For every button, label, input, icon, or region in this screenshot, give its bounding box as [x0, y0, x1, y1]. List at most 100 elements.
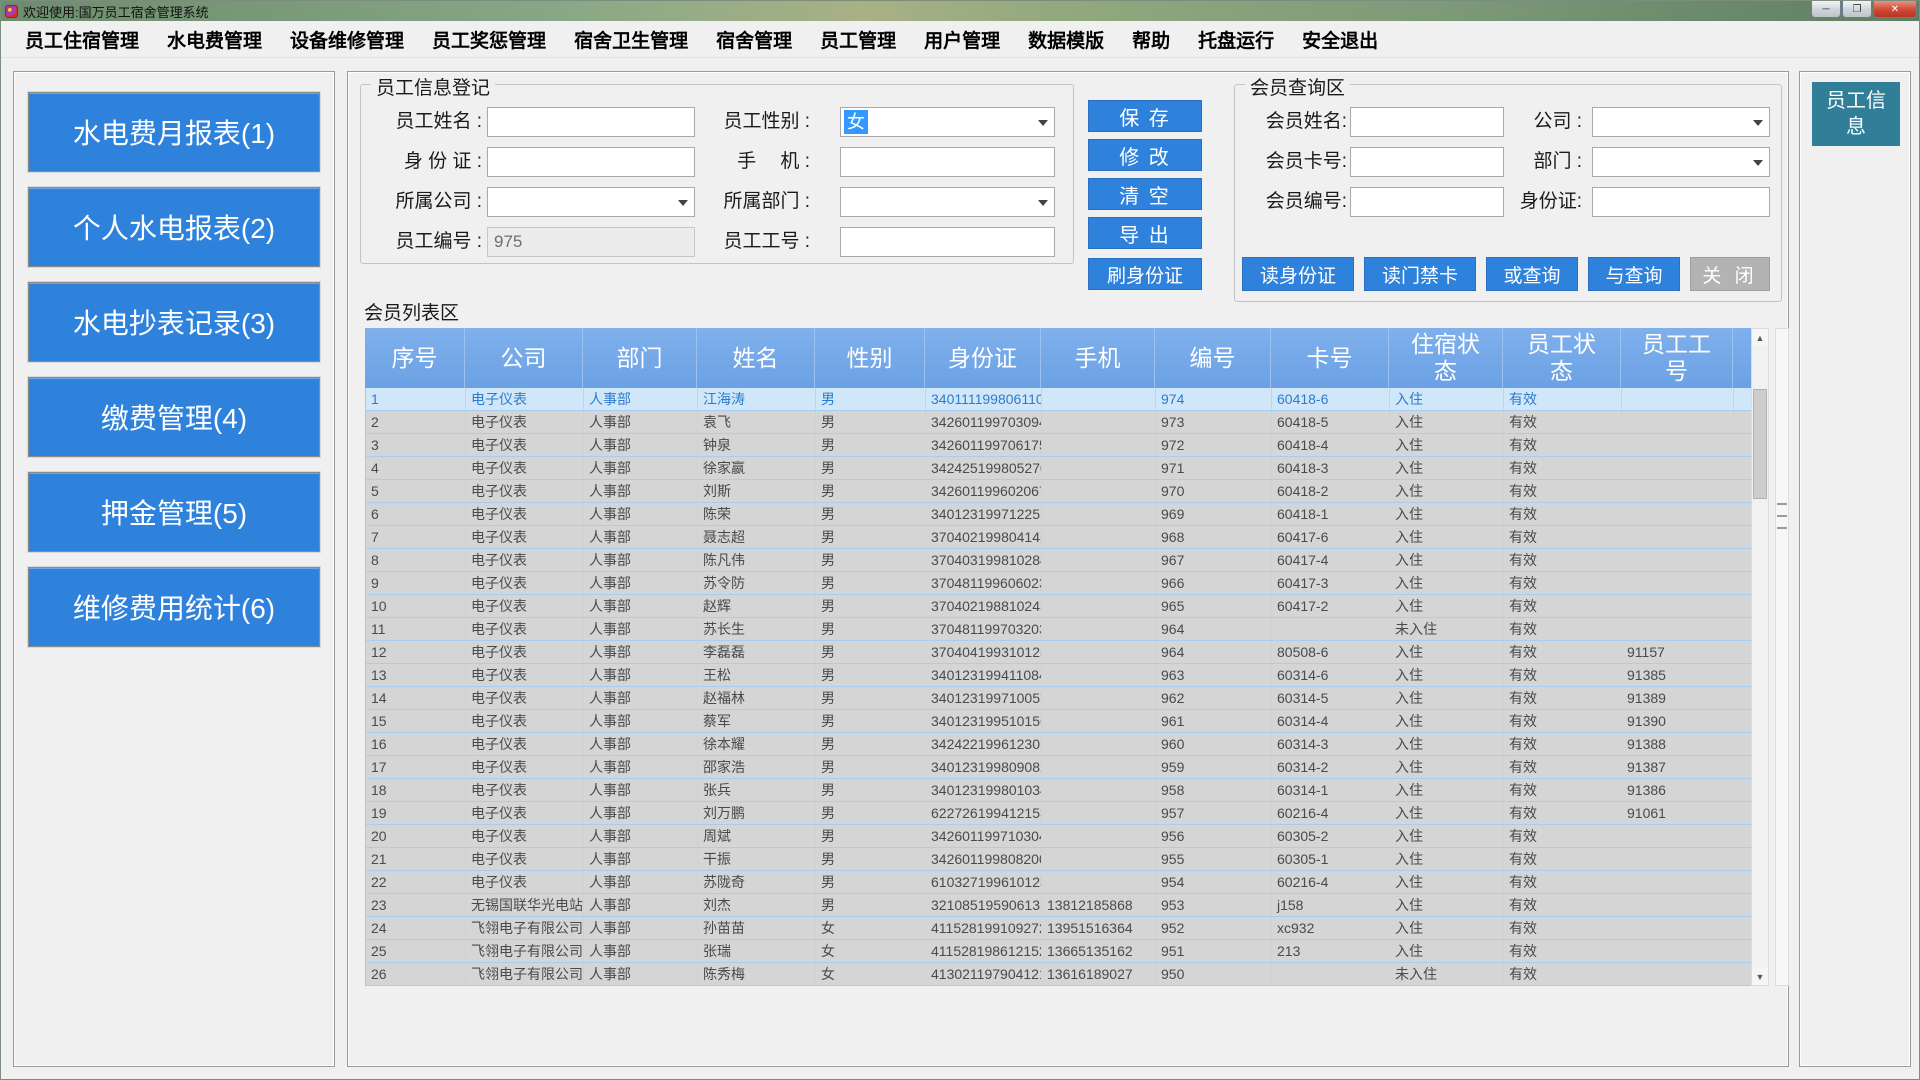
query-dept-combo[interactable]: [1592, 147, 1770, 177]
employee-idcard-input[interactable]: [487, 147, 695, 177]
modify-button[interactable]: 修 改: [1088, 139, 1202, 171]
table-row-17[interactable]: 17电子仪表人事部邵家浩男3401231998090820...95960314…: [366, 756, 1751, 779]
table-row-21[interactable]: 21电子仪表人事部干振男3426011998082002...95560305-…: [366, 848, 1751, 871]
close-query-button[interactable]: 关 闭: [1690, 257, 1770, 291]
chevron-down-icon[interactable]: [1038, 120, 1048, 126]
table-row-26[interactable]: 26飞翎电子有限公司人事部陈秀梅女4130211979041219...1361…: [366, 963, 1751, 986]
menu-item-11[interactable]: 托盘运行: [1184, 26, 1288, 53]
table-row-16[interactable]: 16电子仪表人事部徐本耀男3424221996123052...96060314…: [366, 733, 1751, 756]
table-scrollbar-thumb[interactable]: [1753, 389, 1767, 499]
table-row-20[interactable]: 20电子仪表人事部周斌男3426011997103040...95660305-…: [366, 825, 1751, 848]
chevron-down-icon[interactable]: [678, 200, 688, 206]
menu-item-5[interactable]: 宿舍卫生管理: [560, 26, 702, 53]
menu-item-12[interactable]: 安全退出: [1288, 26, 1392, 53]
table-row-25[interactable]: 25飞翎电子有限公司人事部张瑞女4115281986121529...13665…: [366, 940, 1751, 963]
member-card-input[interactable]: [1350, 147, 1504, 177]
table-row-10[interactable]: 10电子仪表人事部赵辉男3704021988102453...96560417-…: [366, 595, 1751, 618]
table-row-9[interactable]: 9电子仪表人事部苏令防男3704811996060238...96660417-…: [366, 572, 1751, 595]
menu-item-7[interactable]: 员工管理: [806, 26, 910, 53]
cell: 有效: [1504, 434, 1622, 456]
scroll-up-icon[interactable]: ▲: [1752, 329, 1768, 346]
table-row-3[interactable]: 3电子仪表人事部钟泉男3426011997061753...97260418-4…: [366, 434, 1751, 457]
table-row-6[interactable]: 6电子仪表人事部陈荣男3401231997122516...96960418-1…: [366, 503, 1751, 526]
menu-item-2[interactable]: 水电费管理: [153, 26, 276, 53]
read-access-card-button[interactable]: 读门禁卡: [1364, 257, 1476, 291]
column-header-4[interactable]: 姓名: [697, 328, 815, 388]
column-header-12[interactable]: 员工工 号: [1621, 328, 1733, 388]
scroll-down-icon[interactable]: ▼: [1752, 968, 1768, 985]
employee-phone-input[interactable]: [840, 147, 1055, 177]
cell: 苏陇奇: [698, 871, 816, 893]
table-row-19[interactable]: 19电子仪表人事部刘万鹏男6227261994121530...95760216…: [366, 802, 1751, 825]
table-row-4[interactable]: 4电子仪表人事部徐家嬴男3424251998052705...97160418-…: [366, 457, 1751, 480]
sidebar-button-1[interactable]: 水电费月报表(1): [28, 92, 320, 172]
table-row-8[interactable]: 8电子仪表人事部陈凡伟男3704031998102841...96760417-…: [366, 549, 1751, 572]
employee-info-button[interactable]: 员工信息: [1812, 82, 1900, 146]
query-company-combo[interactable]: [1592, 107, 1770, 137]
chevron-down-icon[interactable]: [1038, 200, 1048, 206]
cell: 964: [1156, 618, 1272, 640]
table-row-13[interactable]: 13电子仪表人事部王松男3401231994110848...96360314-…: [366, 664, 1751, 687]
save-button[interactable]: 保 存: [1088, 100, 1202, 132]
column-header-5[interactable]: 性别: [815, 328, 925, 388]
cell: 电子仪表: [466, 733, 584, 755]
employee-name-input[interactable]: [487, 107, 695, 137]
column-header-3[interactable]: 部门: [583, 328, 697, 388]
cell: 男: [816, 457, 926, 479]
table-row-12[interactable]: 12电子仪表人事部李磊磊男3704041993101250...96480508…: [366, 641, 1751, 664]
column-header-2[interactable]: 公司: [465, 328, 583, 388]
table-row-1[interactable]: 1电子仪表人事部江海涛男3401111998061105...97460418-…: [366, 388, 1751, 411]
sidebar-button-6[interactable]: 维修费用统计(6): [28, 567, 320, 647]
column-header-6[interactable]: 身份证: [925, 328, 1041, 388]
menu-item-6[interactable]: 宿舍管理: [702, 26, 806, 53]
table-row-7[interactable]: 7电子仪表人事部聂志超男3704021998041453...96860417-…: [366, 526, 1751, 549]
column-header-8[interactable]: 编号: [1155, 328, 1271, 388]
menu-item-4[interactable]: 员工奖惩管理: [418, 26, 560, 53]
read-idcard-button[interactable]: 刷身份证: [1088, 258, 1202, 290]
close-button[interactable]: ✕: [1873, 1, 1917, 18]
menu-item-1[interactable]: 员工住宿管理: [11, 26, 153, 53]
employee-gender-combo[interactable]: 女: [840, 107, 1055, 137]
employee-workno-input[interactable]: [840, 227, 1055, 257]
table-row-2[interactable]: 2电子仪表人事部袁飞男3426011997030946...97360418-5…: [366, 411, 1751, 434]
table-row-11[interactable]: 11电子仪表人事部苏长生男3704811997032038...964未入住有效: [366, 618, 1751, 641]
column-header-10[interactable]: 住宿状 态: [1389, 328, 1503, 388]
table-row-5[interactable]: 5电子仪表人事部刘斯男3426011996020671...97060418-2…: [366, 480, 1751, 503]
menu-item-8[interactable]: 用户管理: [910, 26, 1014, 53]
table-row-23[interactable]: 23无锡国联华光电站...人事部刘杰男3210851959061318...13…: [366, 894, 1751, 917]
column-header-11[interactable]: 员工状 态: [1503, 328, 1621, 388]
member-number-input[interactable]: [1350, 187, 1504, 217]
sidebar-button-4[interactable]: 缴费管理(4): [28, 377, 320, 457]
sidebar-button-3[interactable]: 水电抄表记录(3): [28, 282, 320, 362]
query-idcard-input[interactable]: [1592, 187, 1770, 217]
table-row-24[interactable]: 24飞翎电子有限公司人事部孙苗苗女4115281991092729...1395…: [366, 917, 1751, 940]
export-button[interactable]: 导 出: [1088, 217, 1202, 249]
table-row-22[interactable]: 22电子仪表人事部苏陇奇男6103271996101234...95460216…: [366, 871, 1751, 894]
minimize-button[interactable]: ─: [1811, 1, 1841, 18]
cell: 人事部: [584, 710, 698, 732]
menu-item-9[interactable]: 数据模版: [1014, 26, 1118, 53]
employee-dept-combo[interactable]: [840, 187, 1055, 217]
table-row-15[interactable]: 15电子仪表人事部蔡军男3401231995101562...96160314-…: [366, 710, 1751, 733]
or-query-button[interactable]: 或查询: [1486, 257, 1578, 291]
panel-scrollbar[interactable]: [1775, 328, 1789, 986]
table-scrollbar[interactable]: ▲ ▼: [1751, 328, 1769, 986]
employee-company-combo[interactable]: [487, 187, 695, 217]
restore-button[interactable]: ❐: [1842, 1, 1872, 18]
table-row-14[interactable]: 14电子仪表人事部赵福林男3401231997100572...96260314…: [366, 687, 1751, 710]
clear-button[interactable]: 清 空: [1088, 178, 1202, 210]
column-header-1[interactable]: 序号: [365, 328, 465, 388]
menu-item-3[interactable]: 设备维修管理: [276, 26, 418, 53]
sidebar-button-2[interactable]: 个人水电报表(2): [28, 187, 320, 267]
table-row-18[interactable]: 18电子仪表人事部张兵男3401231998010348...95860314-…: [366, 779, 1751, 802]
column-header-7[interactable]: 手机: [1041, 328, 1155, 388]
column-header-9[interactable]: 卡号: [1271, 328, 1389, 388]
menu-item-10[interactable]: 帮助: [1118, 26, 1184, 53]
and-query-button[interactable]: 与查询: [1588, 257, 1680, 291]
member-name-input[interactable]: [1350, 107, 1504, 137]
chevron-down-icon[interactable]: [1753, 120, 1763, 126]
scrollbar-grip-icon[interactable]: [1777, 503, 1787, 529]
chevron-down-icon[interactable]: [1753, 160, 1763, 166]
read-idcard-query-button[interactable]: 读身份证: [1242, 257, 1354, 291]
sidebar-button-5[interactable]: 押金管理(5): [28, 472, 320, 552]
